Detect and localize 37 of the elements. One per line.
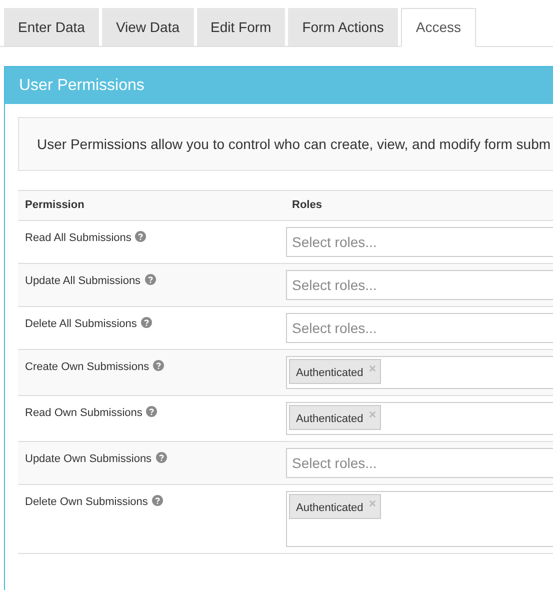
help-icon[interactable] [146,406,158,417]
help-icon[interactable] [152,495,163,506]
select-placeholder: Select roles... [292,232,377,252]
tab[interactable]: Form Actions [288,8,398,46]
permission-label: Read All Submissions [25,232,132,244]
column-header: Permission [24,198,86,214]
help-icon[interactable] [135,231,146,242]
roles-select-field[interactable]: Select roles... [286,448,553,478]
panel-title: User Permissions [19,76,144,96]
permission-label: Read Own Submissions [25,407,142,419]
select-placeholder: Select roles... [292,276,377,294]
help-icon[interactable] [144,274,156,285]
permission-label: Delete Own Submissions [25,496,148,508]
permission-label: Update All Submissions [25,275,141,287]
roles-select-field[interactable]: Select roles... [286,227,553,257]
help-icon[interactable] [156,452,167,463]
permission-label: Delete All Submissions [25,318,137,330]
tab[interactable]: View Data [102,8,194,46]
role-label: Authenticated [296,366,364,381]
tab[interactable]: Enter Data [4,8,99,46]
roles-select-field[interactable]: Authenticated [286,356,553,389]
help-icon[interactable] [153,360,164,371]
intro-text: User Permissions allow you to control who can create, view, and modify form subm [37,134,551,154]
column-header: Roles [291,198,322,214]
permission-label: Create Own Submissions [25,361,150,373]
role-label: Authenticated [296,412,364,427]
roles-select-field[interactable]: Select roles... [286,270,553,300]
select-placeholder: Select roles... [292,454,377,472]
tab[interactable]: Edit Form [196,8,286,46]
tab[interactable]: Access [400,8,476,47]
roles-select-field[interactable]: Authenticated [286,491,553,547]
role-label: Authenticated [296,501,364,516]
roles-select-field[interactable]: Authenticated [286,402,553,435]
select-placeholder: Select roles... [292,318,377,338]
permission-label: Update Own Submissions [25,453,152,465]
help-icon[interactable] [140,317,152,328]
roles-select-field[interactable]: Select roles... [286,313,553,343]
